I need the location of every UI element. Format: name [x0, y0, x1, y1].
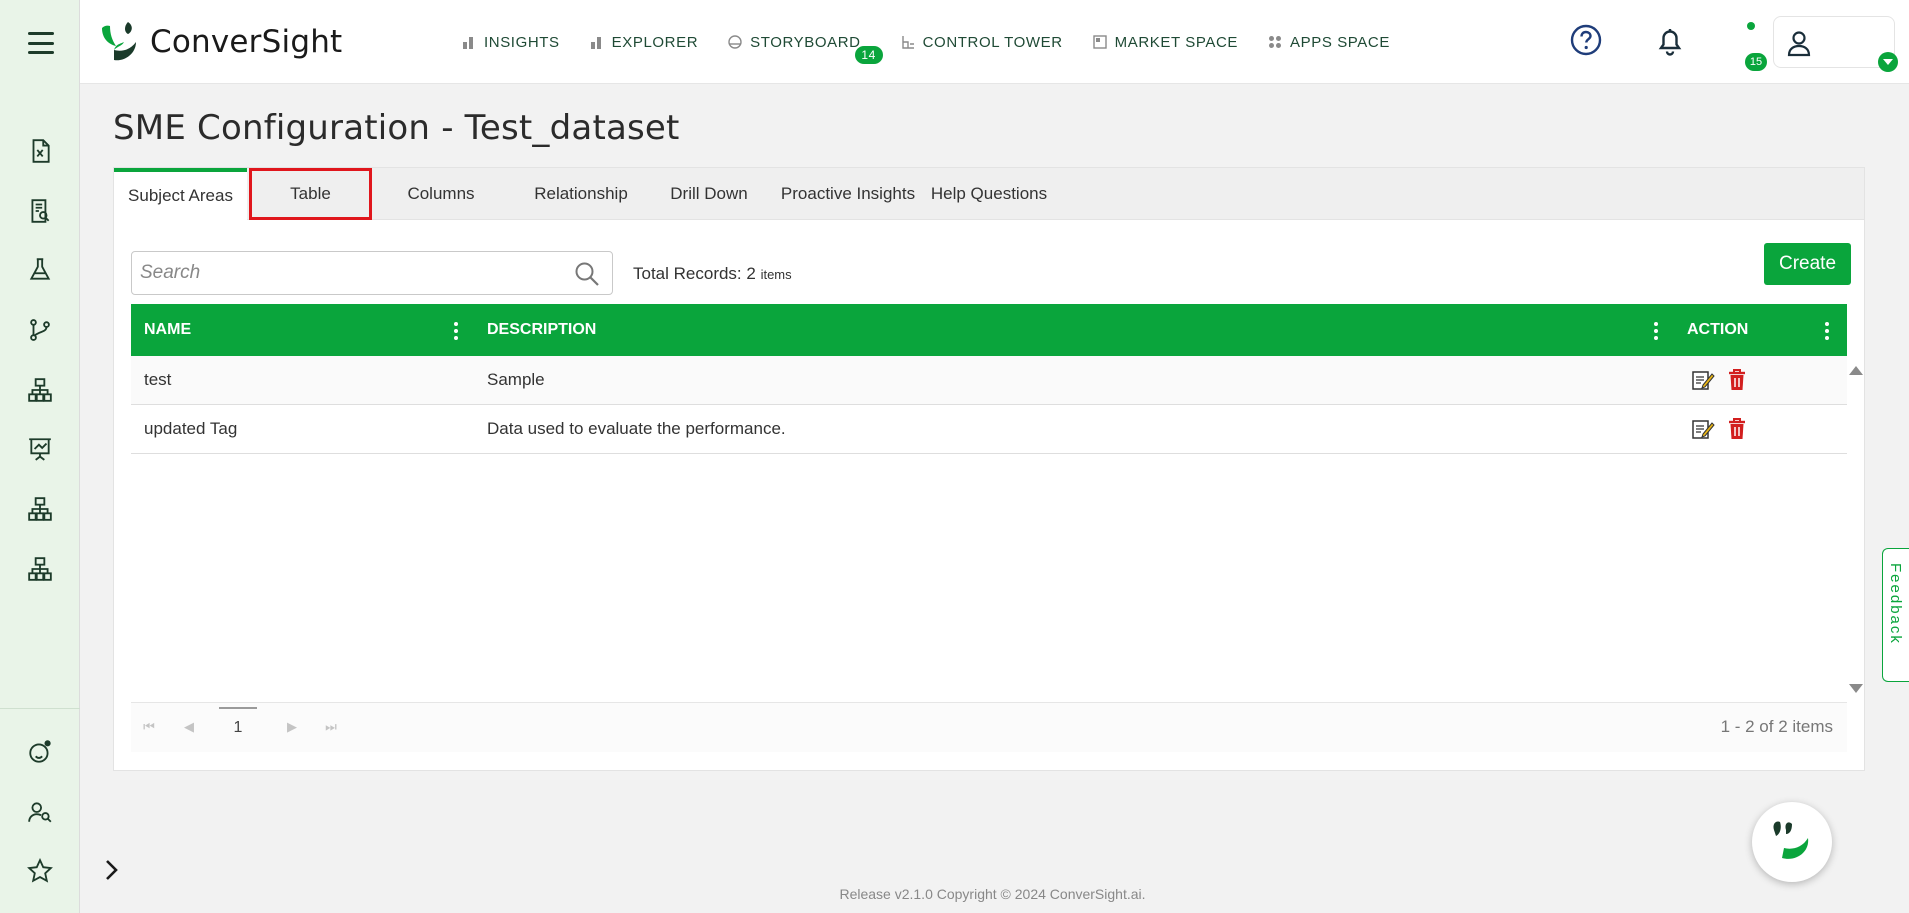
bar-chart-icon [590, 37, 601, 49]
total-records-unit: items [760, 267, 792, 282]
tab-drill-down[interactable]: Drill Down [651, 168, 767, 220]
search-input[interactable] [140, 258, 560, 288]
column-menu-icon[interactable] [453, 322, 459, 340]
tab-help-questions[interactable]: Help Questions [927, 168, 1051, 220]
create-button[interactable]: Create [1764, 243, 1851, 285]
chevron-right-icon[interactable] [102, 858, 122, 882]
market-space-icon [1092, 35, 1107, 49]
nav-explorer-label: EXPLORER [611, 33, 699, 51]
nav-market-space[interactable]: MARKET SPACE [1092, 30, 1239, 54]
hierarchy-icon-3[interactable] [24, 553, 56, 585]
storyboard-count-badge: 14 [854, 46, 883, 64]
storyboard-icon [728, 35, 742, 49]
search-icon[interactable] [574, 261, 600, 287]
tab-table[interactable]: Table [249, 168, 372, 220]
first-page-icon[interactable]: ⏮ [139, 717, 159, 737]
footer-copyright: Release v2.1.0 Copyright © 2024 ConverSi… [839, 886, 1146, 902]
total-records: Total Records: 2 items [633, 264, 792, 284]
hierarchy-icon[interactable] [24, 374, 56, 406]
chevron-down-icon[interactable] [1878, 52, 1898, 72]
grid-header: NAME DESCRIPTION ACTION [131, 304, 1847, 356]
excel-file-icon[interactable] [24, 135, 56, 167]
page-number-current[interactable]: 1 [219, 707, 257, 747]
search-box [131, 251, 613, 295]
flask-icon[interactable] [24, 254, 56, 286]
user-avatar-icon [1787, 31, 1811, 57]
table-row[interactable]: test Sample [131, 356, 1847, 405]
report-search-icon[interactable] [24, 195, 56, 227]
total-records-label: Total Records: 2 [633, 264, 756, 283]
feedback-label: Feedback [1887, 563, 1904, 645]
main-nav: INSIGHTS EXPLORER STORYBOARD 14 CONTROL … [462, 30, 1420, 64]
pagination-info: 1 - 2 of 2 items [1720, 717, 1833, 736]
nav-apps-space-label: APPS SPACE [1290, 33, 1390, 51]
hierarchy-icon-2[interactable] [24, 493, 56, 525]
cell-name: test [144, 370, 172, 389]
scroll-up-arrow-icon[interactable] [1849, 366, 1863, 375]
tab-relationship[interactable]: Relationship [511, 168, 651, 220]
column-menu-icon[interactable] [1824, 322, 1830, 340]
nav-storyboard-label: STORYBOARD [750, 33, 861, 51]
brand-name: ConverSight [150, 24, 343, 60]
star-icon[interactable] [24, 855, 56, 887]
nav-market-space-label: MARKET SPACE [1114, 33, 1239, 51]
nav-apps-space[interactable]: APPS SPACE [1268, 30, 1390, 54]
notification-bell-icon[interactable] [1654, 24, 1686, 58]
data-grid: NAME DESCRIPTION ACTION test Sample upda… [131, 304, 1847, 454]
cell-description: Sample [487, 370, 545, 389]
tab-proactive-insights[interactable]: Proactive Insights [769, 168, 927, 220]
edit-icon[interactable] [1691, 368, 1715, 392]
app-root: ConverSight INSIGHTS EXPLORER STORYBOARD… [0, 0, 1909, 913]
next-page-icon[interactable]: ▶ [282, 717, 302, 737]
user-menu[interactable] [1773, 16, 1895, 68]
notification-dot [1747, 22, 1755, 30]
assistant-face-icon[interactable] [24, 736, 56, 768]
table-row[interactable]: updated Tag Data used to evaluate the pe… [131, 405, 1847, 454]
presentation-chart-icon[interactable] [24, 433, 56, 465]
edit-icon[interactable] [1691, 417, 1715, 441]
nav-control-tower[interactable]: CONTROL TOWER [901, 30, 1063, 54]
column-header-description[interactable]: DESCRIPTION [487, 304, 596, 356]
brand-logo[interactable]: ConverSight [98, 20, 342, 64]
nav-control-tower-label: CONTROL TOWER [922, 33, 1063, 51]
previous-page-icon[interactable]: ◀ [179, 717, 199, 737]
left-sidebar [0, 0, 80, 913]
bar-chart-icon [463, 37, 473, 49]
apps-grid-icon [1269, 36, 1282, 48]
scroll-down-arrow-icon[interactable] [1849, 684, 1863, 693]
cell-name: updated Tag [144, 419, 238, 438]
chat-assistant-button[interactable] [1752, 802, 1832, 882]
delete-icon[interactable] [1725, 368, 1749, 392]
help-icon[interactable] [1570, 24, 1602, 56]
cell-description: Data used to evaluate the performance. [487, 419, 786, 438]
configuration-card: Subject Areas Table Columns Relationship… [113, 167, 1865, 771]
top-header: ConverSight INSIGHTS EXPLORER STORYBOARD… [80, 0, 1909, 84]
sidebar-divider [0, 708, 80, 709]
tab-subject-areas[interactable]: Subject Areas [114, 168, 247, 220]
nav-explorer[interactable]: EXPLORER [590, 30, 699, 54]
delete-icon[interactable] [1725, 417, 1749, 441]
control-tower-icon [901, 36, 914, 49]
column-menu-icon[interactable] [1653, 322, 1659, 340]
column-header-action: ACTION [1687, 321, 1749, 338]
user-search-icon[interactable] [24, 796, 56, 828]
column-header-name[interactable]: NAME [144, 304, 191, 356]
nav-insights-label: INSIGHTS [484, 33, 560, 51]
feedback-tab[interactable]: Feedback [1882, 548, 1909, 682]
assistant-logo-icon [1773, 821, 1809, 859]
notification-count-badge: 15 [1745, 53, 1767, 71]
pagination: ⏮ ◀ 1 ▶ ⏭ 1 - 2 of 2 items [131, 702, 1847, 752]
last-page-icon[interactable]: ⏭ [321, 717, 341, 737]
git-branch-icon[interactable] [24, 314, 56, 346]
tab-columns[interactable]: Columns [386, 168, 496, 220]
nav-storyboard[interactable]: STORYBOARD 14 [728, 30, 883, 64]
grid-body: test Sample updated Tag Data used to eva… [131, 356, 1847, 454]
conversight-logo-icon [102, 22, 136, 61]
page-title: SME Configuration - Test_dataset [113, 108, 680, 148]
nav-insights[interactable]: INSIGHTS [462, 30, 560, 54]
tab-bar: Subject Areas Table Columns Relationship… [114, 168, 1864, 220]
hamburger-menu-icon[interactable] [28, 32, 54, 54]
